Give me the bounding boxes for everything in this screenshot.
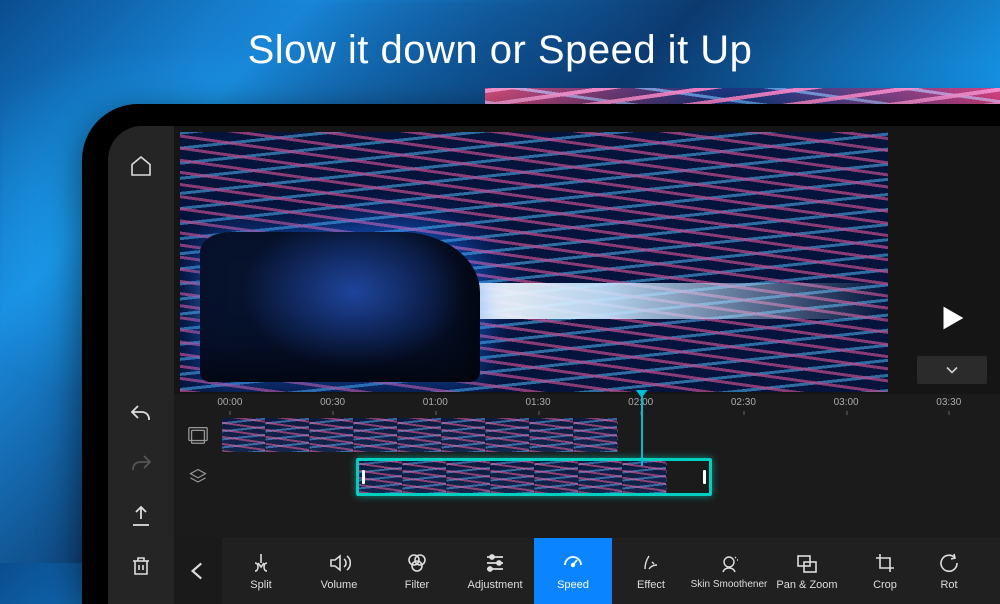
overlay-track — [174, 458, 1000, 496]
collapse-preview-button[interactable] — [917, 356, 987, 384]
ruler-tick: 01:30 — [525, 397, 550, 408]
tool-label: Skin Smoothener — [691, 580, 768, 590]
home-button[interactable] — [119, 144, 163, 188]
tool-label: Effect — [637, 579, 665, 591]
tool-label: Rot — [940, 579, 957, 591]
playhead[interactable] — [641, 394, 643, 466]
tool-bar: Split Volume Filter Adjustment — [174, 538, 1000, 604]
back-button[interactable] — [174, 538, 222, 604]
tool-effect[interactable]: Effect — [612, 538, 690, 604]
ruler-tick: 03:00 — [834, 397, 859, 408]
tool-label: Filter — [405, 579, 429, 591]
ruler-tick: 01:00 — [423, 397, 448, 408]
undo-button[interactable] — [119, 394, 163, 438]
redo-button[interactable] — [119, 444, 163, 488]
tool-label: Speed — [557, 579, 589, 591]
phone-notch — [82, 269, 108, 439]
tool-label: Pan & Zoom — [776, 579, 837, 591]
tool-split[interactable]: Split — [222, 538, 300, 604]
video-clip[interactable] — [222, 418, 649, 452]
video-preview[interactable] — [180, 132, 888, 392]
promo-headline: Slow it down or Speed it Up — [0, 28, 1000, 73]
export-button[interactable] — [119, 494, 163, 538]
ruler-tick: 03:30 — [936, 397, 961, 408]
editor-main: 00:00 00:30 01:00 01:30 02:00 02:30 03:0… — [174, 126, 1000, 604]
phone-frame: 00:00 00:30 01:00 01:30 02:00 02:30 03:0… — [82, 104, 1000, 604]
tool-rotate[interactable]: Rot — [924, 538, 974, 604]
layers-icon[interactable] — [174, 467, 222, 487]
timeline-ruler[interactable]: 00:00 00:30 01:00 01:30 02:00 02:30 03:0… — [222, 394, 1000, 416]
timeline[interactable]: 00:00 00:30 01:00 01:30 02:00 02:30 03:0… — [174, 394, 1000, 538]
tool-speed[interactable]: Speed — [534, 538, 612, 604]
play-button[interactable] — [917, 290, 987, 346]
tool-adjustment[interactable]: Adjustment — [456, 538, 534, 604]
left-toolbar — [108, 126, 174, 604]
ruler-tick: 02:30 — [731, 397, 756, 408]
tool-pan-zoom[interactable]: Pan & Zoom — [768, 538, 846, 604]
tool-crop[interactable]: Crop — [846, 538, 924, 604]
tool-skin-smoothener[interactable]: Skin Smoothener — [690, 538, 768, 604]
tool-label: Volume — [321, 579, 358, 591]
tool-label: Crop — [873, 579, 897, 591]
app-screen: 00:00 00:30 01:00 01:30 02:00 02:30 03:0… — [108, 126, 1000, 604]
ruler-tick: 00:30 — [320, 397, 345, 408]
video-track-icon[interactable] — [174, 424, 222, 446]
delete-button[interactable] — [119, 544, 163, 588]
video-track — [174, 416, 1000, 454]
ruler-tick: 00:00 — [217, 397, 242, 408]
tool-filter[interactable]: Filter — [378, 538, 456, 604]
tool-label: Split — [250, 579, 271, 591]
overlay-clip-selected[interactable] — [356, 458, 712, 496]
tool-volume[interactable]: Volume — [300, 538, 378, 604]
tool-label: Adjustment — [467, 579, 522, 591]
